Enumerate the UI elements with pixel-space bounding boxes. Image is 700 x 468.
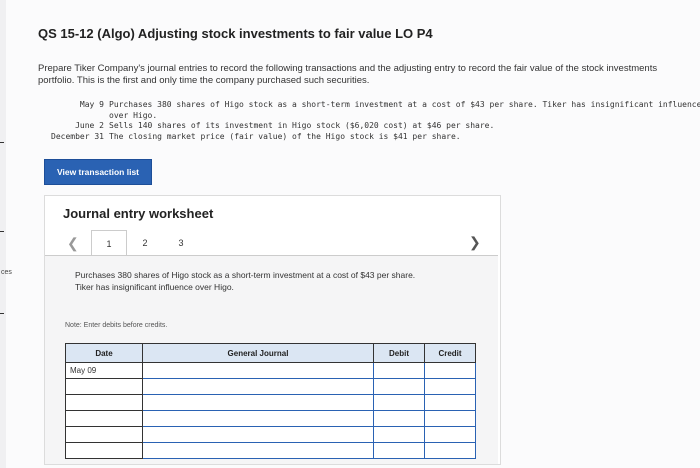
- account-input[interactable]: [142, 442, 374, 459]
- table-row: May 09: [65, 362, 476, 379]
- debit-input[interactable]: [373, 426, 425, 443]
- column-header-general-journal: General Journal: [142, 343, 374, 363]
- transaction-row: June 2 Sells 140 shares of its investmen…: [40, 121, 700, 132]
- chevron-left-icon[interactable]: ❮: [67, 235, 91, 252]
- view-transaction-list-button[interactable]: View transaction list: [44, 159, 152, 185]
- table-row: [65, 410, 476, 427]
- column-header-debit: Debit: [373, 343, 425, 363]
- transaction-date: June 2: [75, 121, 104, 130]
- debit-input[interactable]: [373, 442, 425, 459]
- credit-input[interactable]: [424, 394, 476, 411]
- credit-input[interactable]: [424, 410, 476, 427]
- transaction-list: May 9 Purchases 380 shares of Higo stock…: [40, 100, 700, 142]
- table-row: [65, 378, 476, 395]
- instructions: Prepare Tiker Company's journal entries …: [38, 63, 658, 86]
- table-row: [65, 442, 476, 459]
- transaction-row: December 31 The closing market price (fa…: [40, 132, 700, 143]
- side-marker: [0, 313, 4, 314]
- transaction-date: December 31: [51, 131, 104, 141]
- transaction-text: Purchases 380 shares of Higo stock as a …: [109, 100, 700, 120]
- transaction-date: May 9: [79, 100, 104, 109]
- table-row: [65, 426, 476, 443]
- account-input[interactable]: [142, 426, 374, 443]
- transaction-text: The closing market price (fair value) of…: [109, 131, 461, 141]
- credit-input[interactable]: [424, 426, 476, 443]
- page-tab-1[interactable]: 1: [91, 230, 127, 256]
- credit-input[interactable]: [424, 362, 476, 379]
- worksheet-step-panel: Purchases 380 shares of Higo stock as a …: [45, 255, 498, 464]
- account-input[interactable]: [142, 362, 374, 379]
- page-tab-3[interactable]: 3: [163, 230, 199, 256]
- debit-input[interactable]: [373, 394, 425, 411]
- account-input[interactable]: [142, 394, 374, 411]
- worksheet-pager: ❮ 1 2 3: [67, 230, 199, 256]
- side-marker: [0, 142, 4, 143]
- journal-entry-worksheet: Journal entry worksheet ❮ 1 2 3 ❯ Purcha…: [44, 195, 501, 465]
- table-row: [65, 394, 476, 411]
- column-header-date: Date: [65, 343, 143, 363]
- account-input[interactable]: [142, 378, 374, 395]
- date-cell[interactable]: [65, 394, 143, 411]
- debit-input[interactable]: [373, 410, 425, 427]
- date-cell[interactable]: [65, 410, 143, 427]
- date-cell[interactable]: [65, 378, 143, 395]
- chevron-right-icon[interactable]: ❯: [469, 234, 481, 251]
- side-marker: [0, 231, 4, 232]
- debit-input[interactable]: [373, 362, 425, 379]
- date-cell[interactable]: May 09: [65, 362, 143, 379]
- side-panel-label[interactable]: ces: [1, 269, 12, 276]
- left-panel-edge: [0, 0, 6, 468]
- credit-input[interactable]: [424, 378, 476, 395]
- transaction-text: Sells 140 shares of its investment in Hi…: [109, 121, 495, 130]
- entry-note: Note: Enter debits before credits.: [65, 322, 168, 329]
- column-header-credit: Credit: [424, 343, 476, 363]
- account-input[interactable]: [142, 410, 374, 427]
- page-title: QS 15-12 (Algo) Adjusting stock investme…: [38, 26, 433, 41]
- journal-table-header: Date General Journal Debit Credit: [65, 343, 476, 363]
- debit-input[interactable]: [373, 378, 425, 395]
- credit-input[interactable]: [424, 442, 476, 459]
- worksheet-title: Journal entry worksheet: [63, 206, 214, 221]
- step-description: Purchases 380 shares of Higo stock as a …: [75, 270, 416, 292]
- journal-table: Date General Journal Debit Credit May 09: [65, 343, 476, 459]
- date-cell[interactable]: [65, 442, 143, 459]
- date-cell[interactable]: [65, 426, 143, 443]
- transaction-row: May 9 Purchases 380 shares of Higo stock…: [40, 100, 700, 121]
- page-tab-2[interactable]: 2: [127, 230, 163, 256]
